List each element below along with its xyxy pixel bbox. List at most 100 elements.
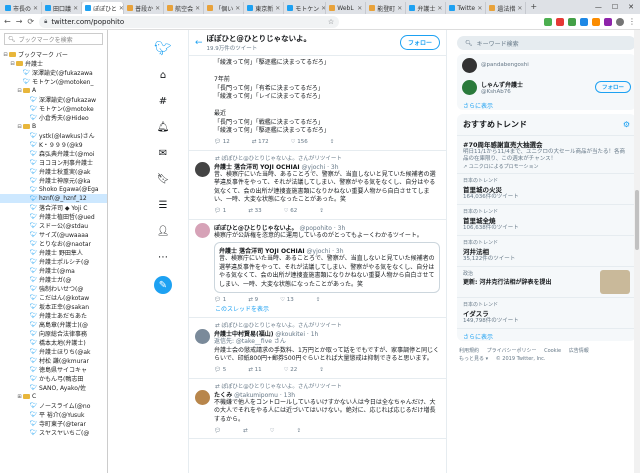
bookmark-item[interactable]: 🐦︎ SANO, Ayako/佐	[0, 383, 107, 392]
retweet-button[interactable]: ⇄ 172	[252, 139, 269, 145]
bookmark-item[interactable]: 🐦︎ 向原総合法律事務	[0, 329, 107, 338]
new-tab-button[interactable]: +	[526, 2, 541, 14]
hashtag-icon[interactable]: #	[154, 92, 172, 110]
trend-item[interactable]: 日本のトレンド 河井法相 35,122件のツイート	[457, 236, 636, 267]
extension-icon[interactable]	[556, 17, 564, 26]
tweet[interactable]: ぽぽひと@ひとりじゃないよ。 @popohito · 3h 検察庁が公訴権を恣意的…	[189, 220, 446, 318]
browser-tab[interactable]: Twitte ✕	[446, 2, 487, 14]
tab-close-icon[interactable]: ✕	[437, 5, 442, 12]
news-item[interactable]: 政治 更新: 河井克行法相が辞表を提出	[457, 267, 636, 298]
bookmark-item[interactable]: 🐦︎ 弁護士ポルシチ(@	[0, 257, 107, 266]
tab-close-icon[interactable]: ✕	[235, 5, 240, 12]
expand-toggle-icon[interactable]: ⊞	[16, 394, 23, 400]
browser-tab[interactable]: 「個い ✕	[204, 2, 245, 14]
expand-toggle-icon[interactable]: ⊟	[2, 52, 9, 58]
bookmark-folder[interactable]: ⊟ 弁護士	[0, 59, 107, 69]
bookmark-item[interactable]: 🐦︎ 平 裕介(@Yusuk	[0, 410, 107, 419]
bookmark-item[interactable]: 🐦︎ 村松 謙(@kmurar	[0, 356, 107, 365]
footer-more-link[interactable]: もっと見る ▾	[459, 356, 488, 362]
bookmark-item[interactable]: 🐦︎ 弁護士 野田隼人	[0, 248, 107, 257]
retweet-button[interactable]: ⇄ 9	[248, 297, 258, 303]
maximize-button[interactable]: ☐	[612, 3, 618, 11]
bookmark-item[interactable]: 🐦︎ サイズ(@uwaaaa	[0, 230, 107, 239]
browser-tab[interactable]: モトケン ✕	[284, 2, 327, 14]
tweet-author[interactable]: 弁護士中村賢易(福山)	[214, 331, 274, 338]
footer-link[interactable]: プライバシーポリシー	[487, 348, 537, 354]
expand-toggle-icon[interactable]: ⊟	[9, 61, 16, 67]
browser-tab[interactable]: 市長の ✕	[2, 2, 43, 14]
tab-close-icon[interactable]: ✕	[155, 5, 160, 12]
bookmark-item[interactable]: 🐦︎ 弁護士神原元(@ka	[0, 176, 107, 185]
messages-icon[interactable]: ✉	[154, 144, 172, 162]
footer-link[interactable]: 広告情報	[569, 348, 589, 354]
like-button[interactable]: ♡ 62	[284, 208, 298, 214]
tweet[interactable]: ⇄ ぽぽひと@ひとりじゃないよ。さんがリツイート たくみ @takumipomu …	[189, 379, 446, 439]
share-icon[interactable]: ⇪	[319, 367, 324, 373]
bookmark-item[interactable]: 🐦︎ 弁護士ほりち(@ak	[0, 347, 107, 356]
twitter-search-input[interactable]: 🔍︎ キーワード検索	[457, 36, 636, 50]
tab-close-icon[interactable]: ✕	[477, 5, 482, 12]
tab-close-icon[interactable]: ✕	[33, 5, 38, 12]
reply-button[interactable]: 💬︎ 1	[214, 208, 226, 214]
trend-item[interactable]: 日本のトレンド イダスラ 149,798件のツイート	[457, 298, 636, 329]
reply-button[interactable]: 💬︎ 1	[214, 297, 226, 303]
bookmark-item[interactable]: 🐦︎ 深澤諭史(@fukazawa	[0, 68, 107, 77]
bookmark-item[interactable]: 🐦︎ 落合洋司 ◆ Yoji C	[0, 203, 107, 212]
bookmark-item[interactable]: 🐦︎ 橋本太地(弁護士)	[0, 338, 107, 347]
bookmark-item[interactable]: 🐦︎ 森弘典弁護士(@moi	[0, 149, 107, 158]
browser-tab[interactable]: 能登町 ✕	[366, 2, 407, 14]
compose-tweet-icon[interactable]: ✎	[154, 276, 172, 294]
reply-button[interactable]: 💬︎	[214, 428, 221, 434]
bookmark-item[interactable]: 🐦︎ 徳島県サイコキャ	[0, 365, 107, 374]
scrollbar-thumb[interactable]	[635, 190, 639, 250]
bookmark-item[interactable]: 🐦︎ こだはん(@kotaw	[0, 293, 107, 302]
show-more-trends-link[interactable]: さらに表示	[457, 329, 636, 341]
tweet-author[interactable]: たくみ	[214, 392, 232, 399]
twitter-bird-icon[interactable]: 🐦︎	[154, 40, 172, 58]
like-button[interactable]: ♡ 13	[280, 297, 294, 303]
show-thread-link[interactable]: このスレッドを表示	[195, 304, 440, 314]
extension-icon[interactable]	[568, 17, 576, 26]
bookmark-item[interactable]: 🐦︎ モトケン(@motoken_	[0, 77, 107, 86]
expand-toggle-icon[interactable]: ⊟	[16, 88, 23, 94]
bookmark-item[interactable]: 🐦︎ 弁護士(@ma	[0, 266, 107, 275]
bookmark-item[interactable]: 🐦︎ 強制わいせつ(@	[0, 284, 107, 293]
bookmark-item[interactable]: 🐦︎ 深澤諭史(@fukazaw	[0, 95, 107, 104]
bookmark-folder[interactable]: ⊟ A	[0, 86, 107, 95]
back-icon[interactable]: ←	[4, 17, 11, 26]
browser-tab[interactable]: 田口議 ✕	[42, 2, 83, 14]
bookmark-item[interactable]: 🐦︎ 坂本正幸(@sakan	[0, 302, 107, 311]
bookmark-item[interactable]: 🐦︎ 弁護士秋重実(@ak	[0, 167, 107, 176]
bookmark-item[interactable]: 🐦︎ ystk(@lawkus)さん	[0, 131, 107, 140]
bookmark-item[interactable]: 🐦︎ ノースライム(@no	[0, 401, 107, 410]
bookmark-item[interactable]: 🐦︎ 弁護士ガ(@	[0, 275, 107, 284]
trend-item[interactable]: #70周年感謝直売大抽選会 明日11/1から11/4まで、ユニクロの大セール商品…	[457, 136, 636, 174]
share-icon[interactable]: ⇪	[330, 139, 335, 145]
address-bar[interactable]: 🔒︎ twitter.com/popohito ☆	[39, 15, 340, 28]
retweet-button[interactable]: ⇄ 11	[248, 367, 261, 373]
browser-tab[interactable]: 遺法措 ✕	[486, 2, 527, 14]
reply-button[interactable]: 💬︎ 12	[214, 139, 230, 145]
bookmark-item[interactable]: 🐦︎ 高島章(弁護士)(@	[0, 320, 107, 329]
footer-link[interactable]: 利用規約	[459, 348, 479, 354]
browser-tab[interactable]: 普段か ✕	[124, 2, 165, 14]
suggest-user-row[interactable]: しゃんず弁護士 @KshAb76 フォロー	[457, 76, 636, 98]
tweet-author[interactable]: ぽぽひと@ひとりじゃないよ。	[214, 225, 298, 232]
avatar[interactable]	[195, 222, 210, 238]
bookmark-folder[interactable]: ⊟ ブックマーク バー	[0, 50, 107, 60]
avatar[interactable]	[195, 329, 210, 344]
bookmark-item[interactable]: 🐦︎ 弁護士あだちあた	[0, 311, 107, 320]
lists-icon[interactable]: ☰	[154, 196, 172, 214]
bookmark-item[interactable]: 🐦︎ 小倉秀夫(@Hideo	[0, 113, 107, 122]
share-icon[interactable]: ⇪	[316, 297, 321, 303]
trend-item[interactable]: 日本のトレンド 首里城全焼 106,638件のツイート	[457, 205, 636, 236]
browser-tab[interactable]: 弁護士 ✕	[406, 2, 447, 14]
footer-link[interactable]: Cookie	[544, 348, 561, 354]
extension-icon[interactable]	[604, 17, 612, 26]
minimize-button[interactable]: —	[595, 3, 602, 11]
bookmark-folder[interactable]: ⊞ C	[0, 392, 107, 401]
extension-icon[interactable]	[592, 17, 600, 26]
show-more-link[interactable]: さらに表示	[457, 98, 636, 110]
tweet[interactable]: ⇄ ぽぽひと@ひとりじゃないよ。さんがリツイート 弁護士中村賢易(福山) @kou…	[189, 318, 446, 379]
browser-tab[interactable]: 東京新 ✕	[244, 2, 285, 14]
